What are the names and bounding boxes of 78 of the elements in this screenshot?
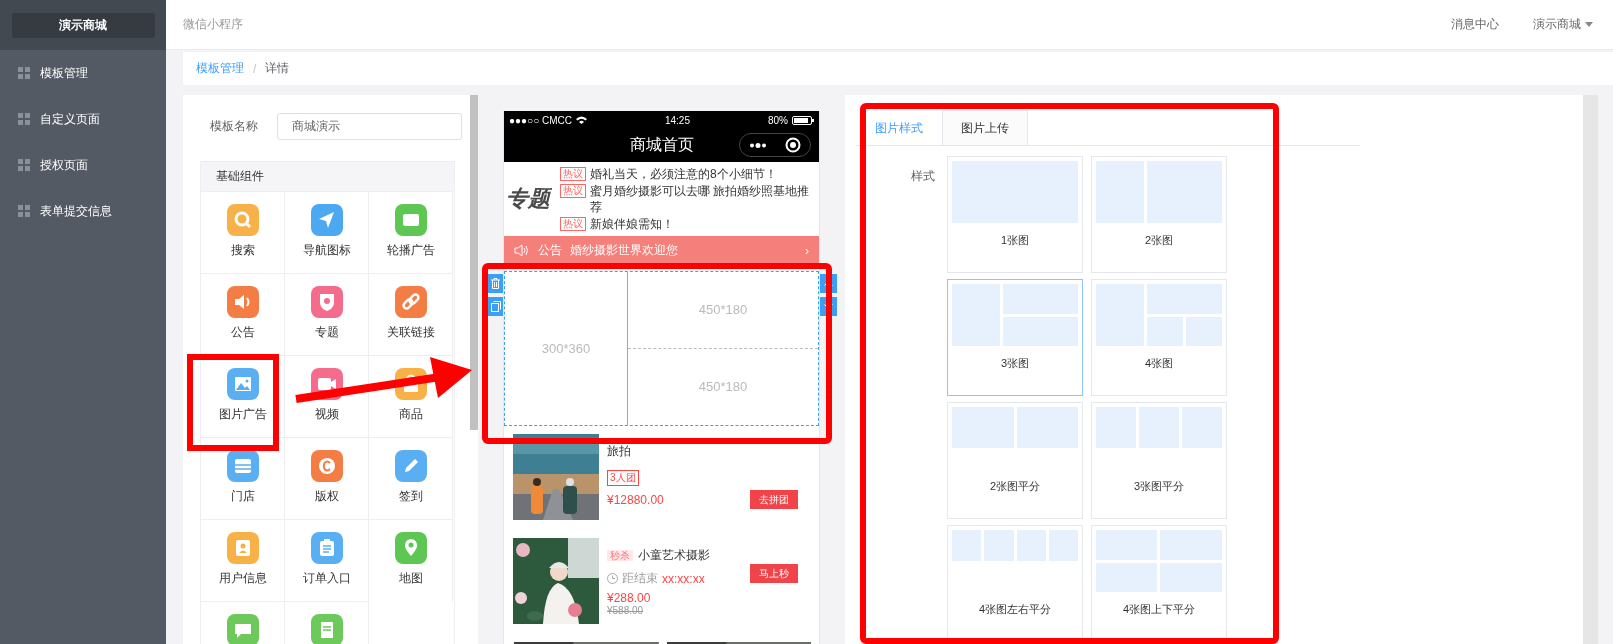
countdown-label: 距结束 [622, 570, 658, 587]
notice-label: 公告 [538, 242, 562, 259]
battery-text: 80% [768, 114, 788, 126]
grid-icon [18, 67, 30, 79]
topic-logo: 专题 [506, 185, 553, 213]
grid-icon [18, 159, 30, 171]
more-icon [749, 142, 766, 148]
message-link[interactable]: 消息中心 [1451, 16, 1499, 33]
scrollbar-thumb[interactable] [470, 95, 478, 430]
sidebar-item[interactable]: 授权页面 [40, 156, 88, 174]
layout-option[interactable]: 1张图 [947, 156, 1083, 273]
copy-icon [490, 301, 501, 312]
component-tile[interactable]: 门店 [201, 437, 285, 519]
carrier-text: ●●●○○ CMCC [509, 114, 572, 126]
flash-sale-tag: 秒杀 [607, 550, 633, 561]
notice-text: 婚纱摄影世界欢迎您 [570, 242, 679, 259]
wifi-icon [576, 116, 587, 124]
countdown-time: xx:xx:xx [662, 571, 705, 586]
component-tile[interactable]: 图片广告 [201, 355, 285, 437]
buy-now-button[interactable]: 马上秒 [750, 564, 798, 583]
component-tile[interactable]: 轮播广告 [369, 191, 453, 273]
component-tile[interactable]: 订单入口 [285, 519, 369, 601]
layout-option[interactable]: 2张图 [1091, 156, 1227, 273]
component-tile[interactable]: 专题 [285, 273, 369, 355]
battery-icon [792, 115, 814, 125]
account-menu[interactable]: 演示商城 [1533, 16, 1593, 33]
breadcrumb-current: 详情 [265, 60, 290, 77]
chevron-icon: › [805, 243, 809, 258]
layout-option[interactable]: 3张图 [947, 279, 1083, 396]
product-title: 小童艺术摄影 [638, 548, 710, 562]
clock-text: 14:25 [664, 114, 690, 126]
component-tile[interactable]: 关联链接 [369, 273, 453, 355]
grid-icon [18, 205, 30, 217]
layout-option[interactable]: 4张图 [1091, 279, 1227, 396]
target-icon [784, 137, 801, 153]
product-price: ¥12880.00 [607, 493, 664, 507]
tab[interactable]: 图片上传 [942, 110, 1028, 145]
topic-link[interactable]: 婚礼当天，必须注意的8个小细节！ [590, 166, 777, 182]
scrollbar-thumb[interactable] [1583, 95, 1598, 644]
product-title: 旅拍 [607, 443, 632, 460]
group-tag: 3人团 [607, 470, 639, 486]
component-tile[interactable]: 公告 [201, 273, 285, 355]
hot-tag: 热议 [560, 217, 586, 231]
breadcrumb-separator: / [253, 61, 257, 76]
caret-icon [1585, 22, 1593, 27]
chevron-down-icon [824, 304, 833, 309]
layout-option[interactable]: 2张图平分 [947, 402, 1083, 519]
hot-tag: 热议 [560, 184, 586, 198]
delete-button[interactable] [488, 274, 503, 293]
original-price: ¥588.00 [607, 605, 645, 616]
sidebar-item[interactable]: 自定义页面 [40, 110, 100, 128]
component-tile[interactable]: 用户信息 [201, 519, 285, 601]
component-tile[interactable]: 地图 [369, 519, 453, 601]
app-title: 微信小程序 [183, 16, 244, 33]
topic-link[interactable]: 蜜月婚纱摄影可以去哪 旅拍婚纱照基地推荐 [590, 183, 815, 215]
hot-tag: 热议 [560, 167, 586, 181]
product-price: ¥288.00 [607, 591, 651, 605]
page-title: 商城首页 [629, 135, 694, 155]
layout-option[interactable]: 3张图平分 [1091, 402, 1227, 519]
component-tile[interactable]: 搜索 [201, 191, 285, 273]
topic-link[interactable]: 新娘伴娘需知！ [590, 216, 674, 232]
field-label: 样式 [910, 168, 936, 185]
brand-title: 演示商城 [11, 12, 155, 38]
component-tile[interactable]: 签到 [369, 437, 453, 519]
clock-icon [607, 573, 618, 584]
field-label: 模板名称 [210, 118, 259, 135]
template-name-field[interactable]: 商城演示 [277, 113, 462, 140]
component-tile[interactable]: 版权 [285, 437, 369, 519]
component-tile[interactable]: 导航图标 [285, 191, 369, 273]
trash-icon [491, 278, 500, 289]
join-group-button[interactable]: 去拼团 [750, 490, 798, 509]
copy-button[interactable] [488, 297, 503, 316]
speaker-icon [514, 244, 530, 257]
sidebar-item[interactable]: 模板管理 [40, 64, 88, 82]
component-tile[interactable]: 视频 [285, 355, 369, 437]
group-header: 基础组件 [201, 162, 454, 191]
grid-icon [18, 113, 30, 125]
sidebar-item[interactable]: 表单提交信息 [40, 202, 112, 220]
